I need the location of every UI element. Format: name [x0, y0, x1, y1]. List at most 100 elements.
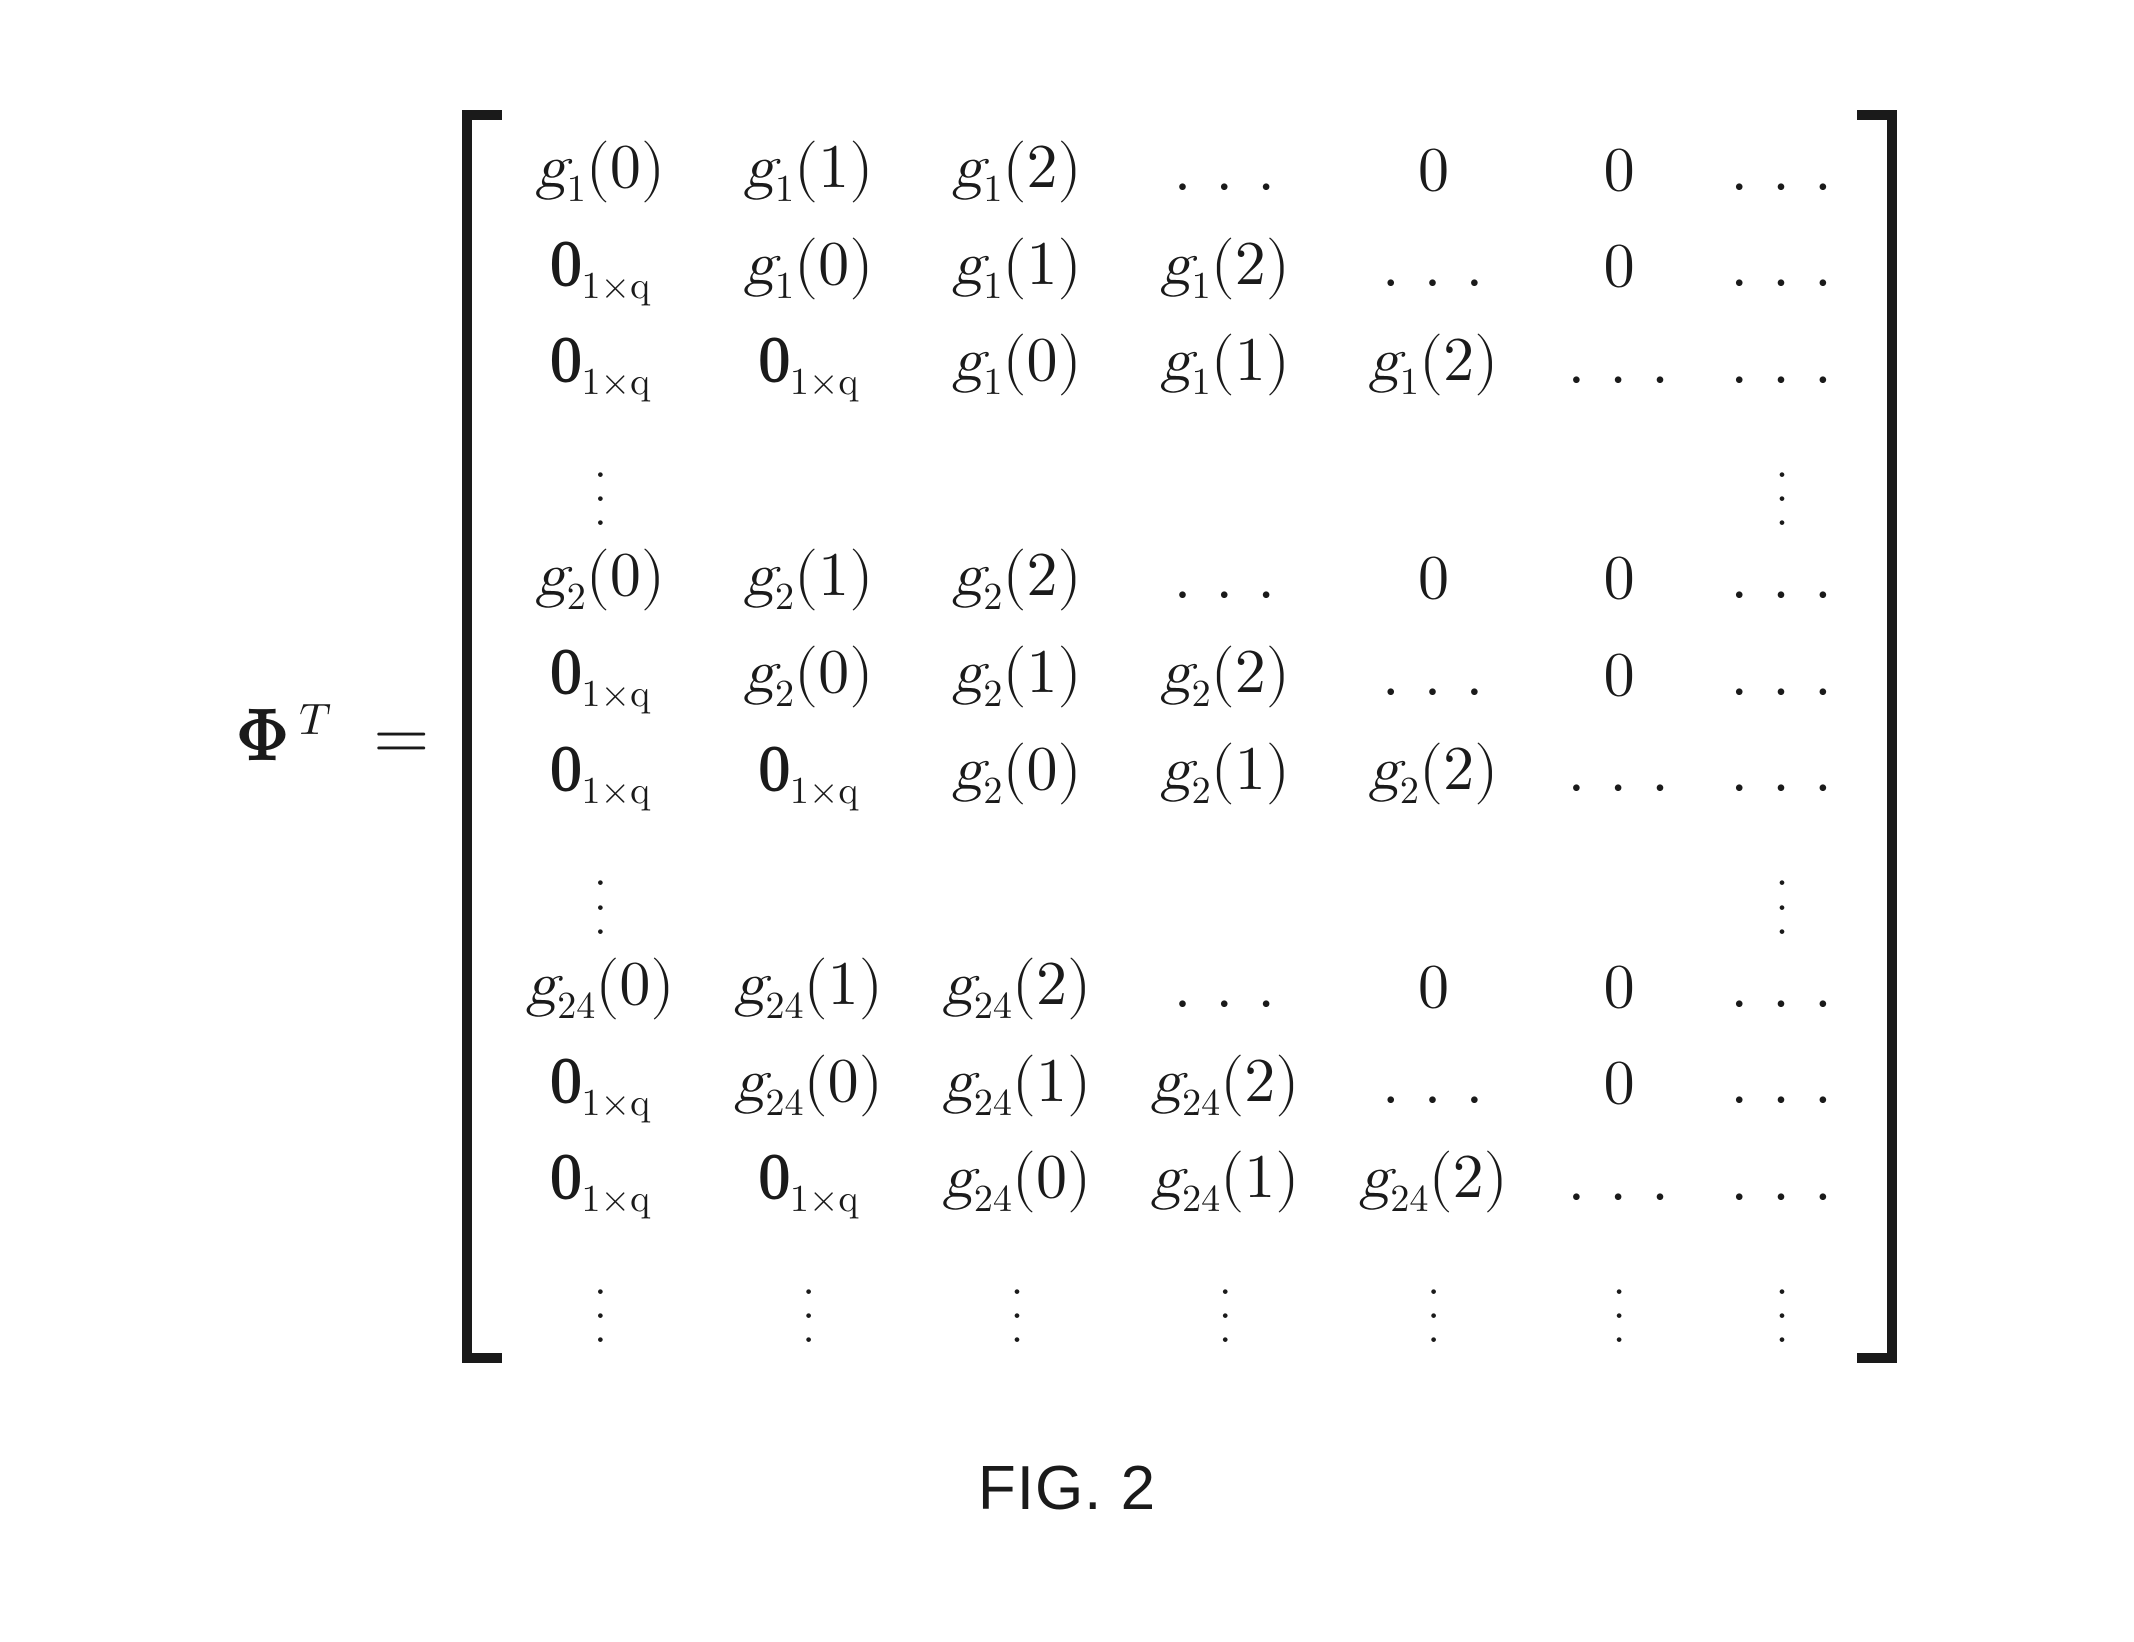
matrix-cell: . . .: [1701, 629, 1864, 726]
matrix-cell: 0: [1329, 124, 1537, 221]
matrix-cell: ...: [1329, 1231, 1537, 1350]
matrix-cell: g1(2): [1329, 317, 1537, 414]
matrix-cell: . . .: [1329, 1038, 1537, 1135]
matrix-cell: ...: [1701, 1231, 1864, 1350]
matrix-cell: 01×q: [496, 221, 704, 318]
matrix-cell: . . .: [1329, 629, 1537, 726]
matrix-cell: . . .: [1701, 726, 1864, 823]
vdots-icon: ...: [594, 450, 606, 527]
hdots-icon: . . .: [1382, 237, 1485, 299]
matrix-cell: g2(1): [1121, 726, 1329, 823]
matrix-cell: ...: [1538, 1231, 1701, 1350]
matrix-cell: . . .: [1538, 317, 1701, 414]
matrix-cell: 01×q: [496, 726, 704, 823]
hdots-icon: . . .: [1731, 141, 1834, 203]
hdots-icon: . . .: [1568, 1151, 1671, 1213]
phi-superscript: T: [294, 699, 327, 743]
vdots-icon: ...: [594, 858, 606, 935]
matrix-cell: 01×q: [496, 629, 704, 726]
hdots-icon: . . .: [1731, 1151, 1834, 1213]
matrix-body: g1(0) g1(1) g1(2) . . . 0 0 . . . 01×q g…: [496, 124, 1863, 1349]
matrix-cell: g1(0): [496, 124, 704, 221]
matrix-cell: . . .: [1701, 1134, 1864, 1231]
matrix-row: g24(0) g24(1) g24(2) . . . 0 0 . . .: [496, 941, 1863, 1038]
matrix-cell: g2(0): [496, 532, 704, 629]
matrix-cell: ...: [496, 822, 704, 941]
phi-symbol: Φ: [237, 701, 290, 773]
matrix-cell: g1(1): [913, 221, 1121, 318]
vdots-icon: ...: [1219, 1267, 1231, 1344]
hdots-icon: . . .: [1731, 958, 1834, 1020]
matrix-cell: 01×q: [496, 317, 704, 414]
hdots-icon: . . .: [1174, 141, 1277, 203]
matrix-cell: g1(1): [705, 124, 913, 221]
hdots-icon: . . .: [1731, 334, 1834, 396]
matrix-cell: g1(2): [913, 124, 1121, 221]
matrix-cell: . . .: [1121, 124, 1329, 221]
matrix-cell: ...: [496, 1231, 704, 1350]
matrix-cell: g24(1): [913, 1038, 1121, 1135]
matrix-cell: g24(2): [1329, 1134, 1537, 1231]
matrix-cell: g24(0): [705, 1038, 913, 1135]
matrix-cell: 0: [1329, 941, 1537, 1038]
matrix-cell: . . .: [1701, 221, 1864, 318]
matrix-cell: ...: [1121, 1231, 1329, 1350]
matrix-row: 01×q g2(0) g2(1) g2(2) . . . 0 . . .: [496, 629, 1863, 726]
matrix-row: ... ... ... ... ... ... ...: [496, 1231, 1863, 1350]
hdots-icon: . . .: [1568, 334, 1671, 396]
matrix-cell: ...: [1701, 414, 1864, 533]
matrix-row: g1(0) g1(1) g1(2) . . . 0 0 . . .: [496, 124, 1863, 221]
matrix-cell: 0: [1538, 629, 1701, 726]
matrix-cell: . . .: [1701, 124, 1864, 221]
matrix-cell: g24(2): [1121, 1038, 1329, 1135]
matrix-cell: g2(1): [705, 532, 913, 629]
matrix-cell: g2(2): [1329, 726, 1537, 823]
vdots-icon: ...: [1613, 1267, 1625, 1344]
hdots-icon: . . .: [1382, 646, 1485, 708]
matrix-cell: . . .: [1329, 221, 1537, 318]
matrix-cell: . . .: [1701, 317, 1864, 414]
vdots-icon: ...: [803, 1267, 815, 1344]
vdots-icon: ...: [594, 1267, 606, 1344]
hdots-icon: . . .: [1731, 237, 1834, 299]
matrix-cell: ...: [1701, 822, 1864, 941]
matrix-cell: 0: [1538, 221, 1701, 318]
matrix-cell: 0: [1329, 532, 1537, 629]
matrix-cell: g24(2): [913, 941, 1121, 1038]
matrix-cell: g1(0): [705, 221, 913, 318]
figure-caption: FIG. 2: [978, 1453, 1156, 1524]
matrix-cell: 01×q: [705, 1134, 913, 1231]
matrix-cell: 01×q: [496, 1134, 704, 1231]
matrix-cell: g24(1): [705, 941, 913, 1038]
matrix-row: g2(0) g2(1) g2(2) . . . 0 0 . . .: [496, 532, 1863, 629]
matrix-cell: 0: [1538, 124, 1701, 221]
matrix-row: 01×q 01×q g24(0) g24(1) g24(2) . . . . .…: [496, 1134, 1863, 1231]
right-bracket: [1871, 110, 1897, 1363]
matrix-cell: g2(2): [1121, 629, 1329, 726]
hdots-icon: . . .: [1731, 1054, 1834, 1116]
matrix-cell: 01×q: [496, 1038, 704, 1135]
hdots-icon: . . .: [1568, 742, 1671, 804]
hdots-icon: . . .: [1731, 646, 1834, 708]
matrix-row: 01×q g1(0) g1(1) g1(2) . . . 0 . . .: [496, 221, 1863, 318]
vdots-icon: ...: [1776, 1267, 1788, 1344]
matrix-cell: . . .: [1538, 1134, 1701, 1231]
matrix-cell: g1(2): [1121, 221, 1329, 318]
vdots-icon: ...: [1011, 1267, 1023, 1344]
matrix-cell: g2(0): [913, 726, 1121, 823]
matrix-cell: 0: [1538, 532, 1701, 629]
equation: ΦT = g1(0) g1(1) g1(2) . . . 0 0 . . . 0…: [237, 110, 1898, 1363]
matrix-cell: g1(0): [913, 317, 1121, 414]
matrix-cell: 0: [1538, 941, 1701, 1038]
matrix-cell: . . .: [1538, 726, 1701, 823]
matrix-row: 01×q 01×q g1(0) g1(1) g1(2) . . . . . .: [496, 317, 1863, 414]
hdots-icon: . . .: [1382, 1054, 1485, 1116]
vdots-icon: ...: [1427, 1267, 1439, 1344]
matrix-cell: ...: [913, 1231, 1121, 1350]
hdots-icon: . . .: [1174, 958, 1277, 1020]
matrix-cell: g24(1): [1121, 1134, 1329, 1231]
matrix-row: ... ...: [496, 414, 1863, 533]
hdots-icon: . . .: [1731, 549, 1834, 611]
matrix-cell: . . .: [1701, 532, 1864, 629]
matrix-cell: . . .: [1121, 532, 1329, 629]
